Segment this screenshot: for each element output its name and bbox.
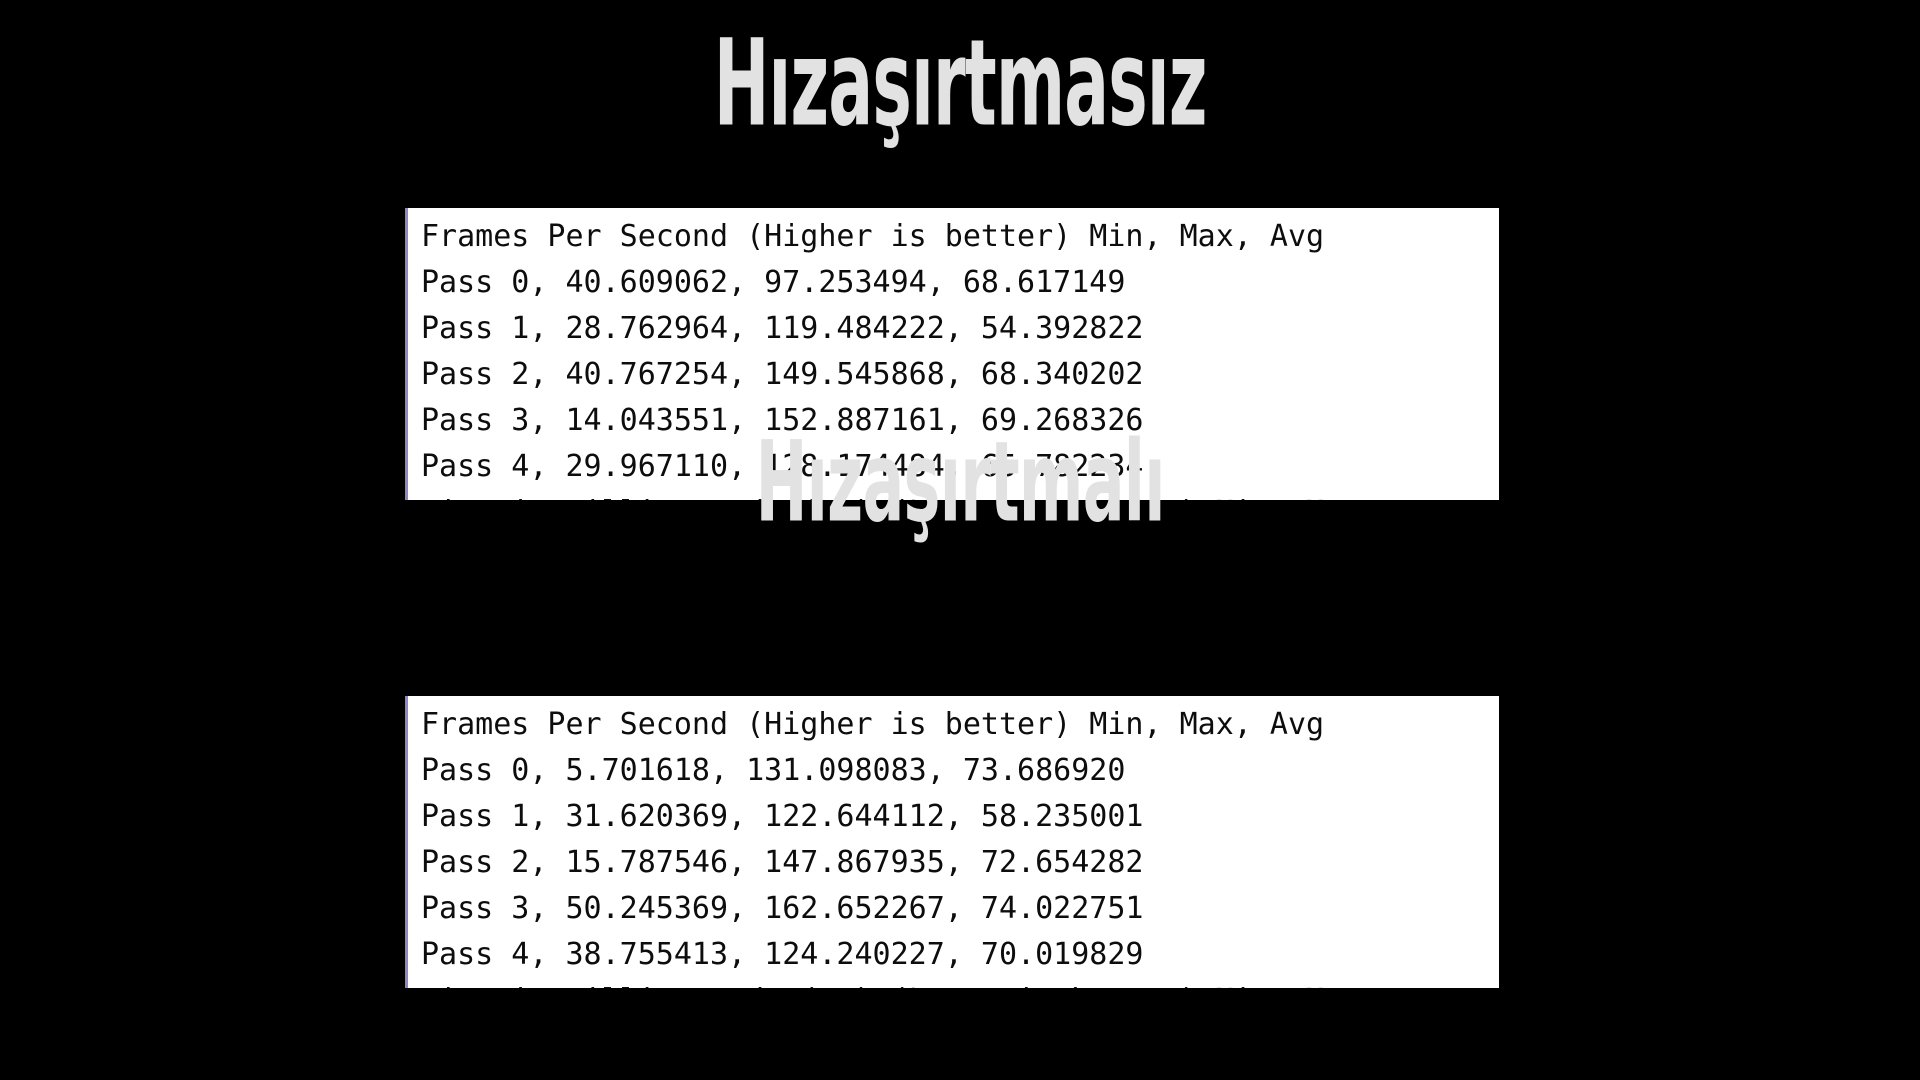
console-row: Pass 4, 38.755413, 124.240227, 70.019829 (421, 937, 1144, 972)
console-row: Pass 0, 40.609062, 97.253494, 68.617149 (421, 265, 1126, 300)
console-row: Pass 2, 15.787546, 147.867935, 72.654282 (421, 845, 1144, 880)
section-title-overclocked: Hızaşırtmalı (0, 427, 1920, 539)
console-header-line: Frames Per Second (Higher is better) Min… (421, 707, 1325, 742)
screenshot-root: Hızaşırtmasız Frames Per Second (Higher … (0, 0, 1920, 1080)
console-row: Pass 2, 40.767254, 149.545868, 68.340202 (421, 357, 1144, 392)
console-row: Pass 1, 31.620369, 122.644112, 58.235001 (421, 799, 1144, 834)
console-row: Pass 0, 5.701618, 131.098083, 73.686920 (421, 753, 1126, 788)
section-title-stock: Hızaşırtmasız (0, 24, 1920, 144)
console-row: Pass 3, 50.245369, 162.652267, 74.022751 (421, 891, 1144, 926)
section-title-stock-text: Hızaşırtmasız (713, 13, 1208, 153)
console-clipped-line: Time in milliseconds (ms) (Lower is bett… (408, 978, 1499, 988)
section-title-overclocked-text: Hızaşırtmalı (755, 418, 1165, 548)
console-row: Pass 1, 28.762964, 119.484222, 54.392822 (421, 311, 1144, 346)
benchmark-output-overclocked: Frames Per Second (Higher is better) Min… (405, 696, 1499, 988)
console-header-line: Frames Per Second (Higher is better) Min… (421, 219, 1325, 254)
